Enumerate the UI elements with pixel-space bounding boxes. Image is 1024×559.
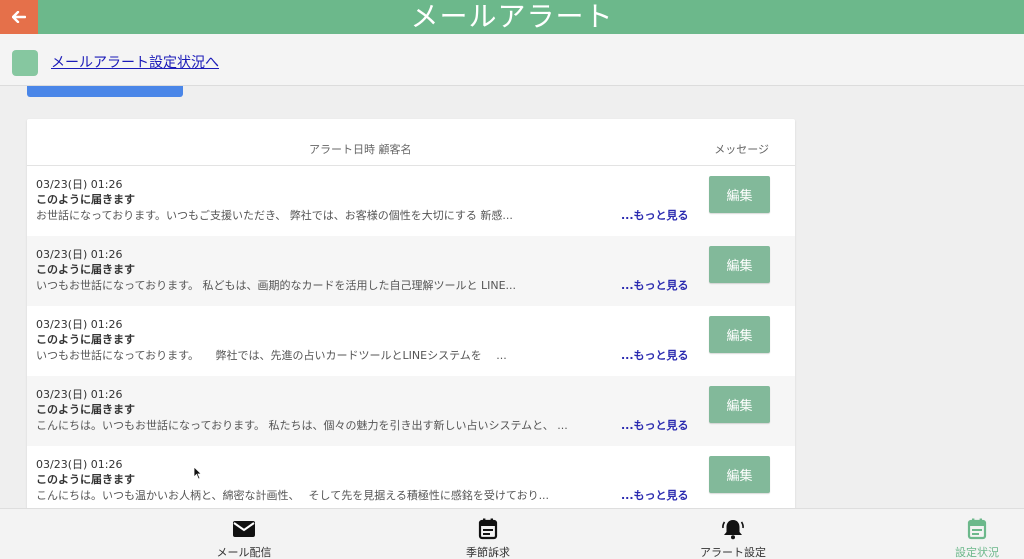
table-header: アラート日時 顧客名 メッセージ — [27, 119, 795, 166]
bell-icon — [721, 518, 745, 540]
row-subject: このように届きます — [36, 473, 135, 486]
row-preview: こんにちは。いつもお世話になっております。 私たちは、個々の魅力を引き出す新しい… — [36, 419, 568, 432]
column-header-message: メッセージ — [714, 143, 769, 156]
see-more-link[interactable]: ...もっと見る — [621, 487, 689, 503]
settings-link-bar: メールアラート設定状況へ — [0, 34, 1024, 86]
edit-button[interactable]: 編集 — [709, 386, 770, 423]
see-more-link[interactable]: ...もっと見る — [621, 207, 689, 223]
column-header-date-customer: アラート日時 顧客名 — [309, 143, 412, 156]
row-date: 03/23(日) 01:26 — [36, 318, 123, 331]
row-subject: このように届きます — [36, 333, 135, 346]
see-more-link[interactable]: ...もっと見る — [621, 417, 689, 433]
alert-table-card: アラート日時 顧客名 メッセージ 03/23(日) 01:26 このように届きま… — [27, 119, 795, 519]
row-date: 03/23(日) 01:26 — [36, 178, 123, 191]
row-preview: お世話になっております。いつもご支援いただき、 弊社では、お客様の個性を大切にす… — [36, 209, 513, 222]
edit-button[interactable]: 編集 — [709, 246, 770, 283]
edit-button[interactable]: 編集 — [709, 456, 770, 493]
nav-label: アラート設定 — [700, 546, 766, 559]
row-date: 03/23(日) 01:26 — [36, 388, 123, 401]
row-preview: いつもお世話になっております。 私どもは、画期的なカードを活用した自己理解ツール… — [36, 279, 517, 292]
calendar-icon — [476, 518, 500, 540]
row-preview: いつもお世話になっております。 弊社では、先進の占いカードツールとLINEシステ… — [36, 349, 507, 362]
calendar-check-icon — [965, 518, 989, 540]
alert-settings-status-link[interactable]: メールアラート設定状況へ — [51, 52, 219, 72]
see-more-link[interactable]: ...もっと見る — [621, 347, 689, 363]
row-subject: このように届きます — [36, 193, 135, 206]
app-header: メールアラート — [0, 0, 1024, 34]
back-button[interactable] — [0, 0, 38, 34]
nav-label: 設定状況 — [955, 546, 999, 559]
arrow-left-icon — [12, 11, 26, 23]
table-row: 03/23(日) 01:26 このように届きます こんにちは。いつも温かいお人柄… — [27, 446, 795, 516]
bottom-navigation: メール配信 季節訴求 アラート設定 設定状況 — [0, 508, 1024, 559]
mouse-cursor-icon — [193, 466, 202, 480]
see-more-link[interactable]: ...もっと見る — [621, 277, 689, 293]
status-square-icon — [12, 50, 38, 76]
edit-button[interactable]: 編集 — [709, 176, 770, 213]
nav-settings-status[interactable]: 設定状況 — [912, 509, 1024, 559]
edit-button[interactable]: 編集 — [709, 316, 770, 353]
nav-seasonal-appeal[interactable]: 季節訴求 — [423, 509, 553, 559]
nav-alert-settings[interactable]: アラート設定 — [668, 509, 798, 559]
nav-mail-delivery[interactable]: メール配信 — [179, 509, 309, 559]
mail-icon — [232, 518, 256, 540]
nav-label: メール配信 — [216, 546, 272, 559]
blue-tab-button[interactable] — [27, 86, 183, 97]
row-date: 03/23(日) 01:26 — [36, 458, 123, 471]
row-preview: こんにちは。いつも温かいお人柄と、綿密な計画性、 そして先を見据える積極性に感銘… — [36, 489, 550, 502]
table-row: 03/23(日) 01:26 このように届きます いつもお世話になっております。… — [27, 306, 795, 376]
table-row: 03/23(日) 01:26 このように届きます こんにちは。いつもお世話になっ… — [27, 376, 795, 446]
row-subject: このように届きます — [36, 263, 135, 276]
table-row: 03/23(日) 01:26 このように届きます お世話になっております。いつも… — [27, 166, 795, 236]
row-subject: このように届きます — [36, 403, 135, 416]
table-row: 03/23(日) 01:26 このように届きます いつもお世話になっております。… — [27, 236, 795, 306]
nav-label: 季節訴求 — [466, 546, 510, 559]
page-title: メールアラート — [410, 0, 614, 33]
row-date: 03/23(日) 01:26 — [36, 248, 123, 261]
